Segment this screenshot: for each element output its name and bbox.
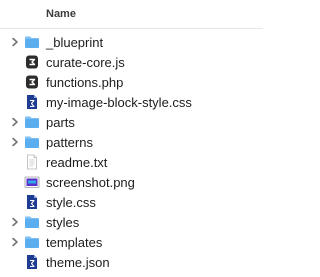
name-column-header[interactable]: Name [46,8,76,20]
disclosure-chevron-icon[interactable] [9,236,21,248]
css-file-icon [24,94,40,110]
folder-icon [24,134,40,150]
folder-icon [24,234,40,250]
file-name: my-image-block-style.css [46,95,192,110]
json-file-icon [24,254,40,270]
text-file-icon [24,154,40,170]
file-row[interactable]: my-image-block-style.css [0,92,263,112]
disclosure-chevron-icon[interactable] [9,216,21,228]
finder-list-view: Name _blueprint curate-core.js functions.p… [0,0,263,277]
file-row[interactable]: readme.txt [0,152,263,172]
disclosure-chevron-icon[interactable] [9,116,21,128]
file-row[interactable]: screenshot.png [0,172,263,192]
file-name: parts [46,115,75,130]
folder-row[interactable]: patterns [0,132,263,152]
file-row[interactable]: theme.json [0,252,263,272]
folder-row[interactable]: templates [0,232,263,252]
file-name: patterns [46,135,93,150]
file-name: templates [46,235,103,250]
file-name: _blueprint [46,35,104,50]
file-row[interactable]: style.css [0,192,263,212]
file-row[interactable]: curate-core.js [0,52,263,72]
file-list: _blueprint curate-core.js functions.php my-… [0,32,263,272]
file-name: styles [46,215,80,230]
file-name: curate-core.js [46,55,125,70]
folder-row[interactable]: styles [0,212,263,232]
css-file-icon [24,194,40,210]
file-name: style.css [46,195,96,210]
file-name: theme.json [46,255,110,270]
image-file-icon [24,174,40,190]
file-name: screenshot.png [46,175,135,190]
php-file-icon [24,74,40,90]
file-name: readme.txt [46,155,108,170]
file-name: functions.php [46,75,124,90]
file-row[interactable]: functions.php [0,72,263,92]
disclosure-chevron-icon[interactable] [9,136,21,148]
folder-row[interactable]: parts [0,112,263,132]
disclosure-chevron-icon[interactable] [9,36,21,48]
folder-icon [24,214,40,230]
column-header: Name [0,0,263,29]
folder-icon [24,34,40,50]
js-file-icon [24,54,40,70]
folder-row[interactable]: _blueprint [0,32,263,52]
folder-icon [24,114,40,130]
